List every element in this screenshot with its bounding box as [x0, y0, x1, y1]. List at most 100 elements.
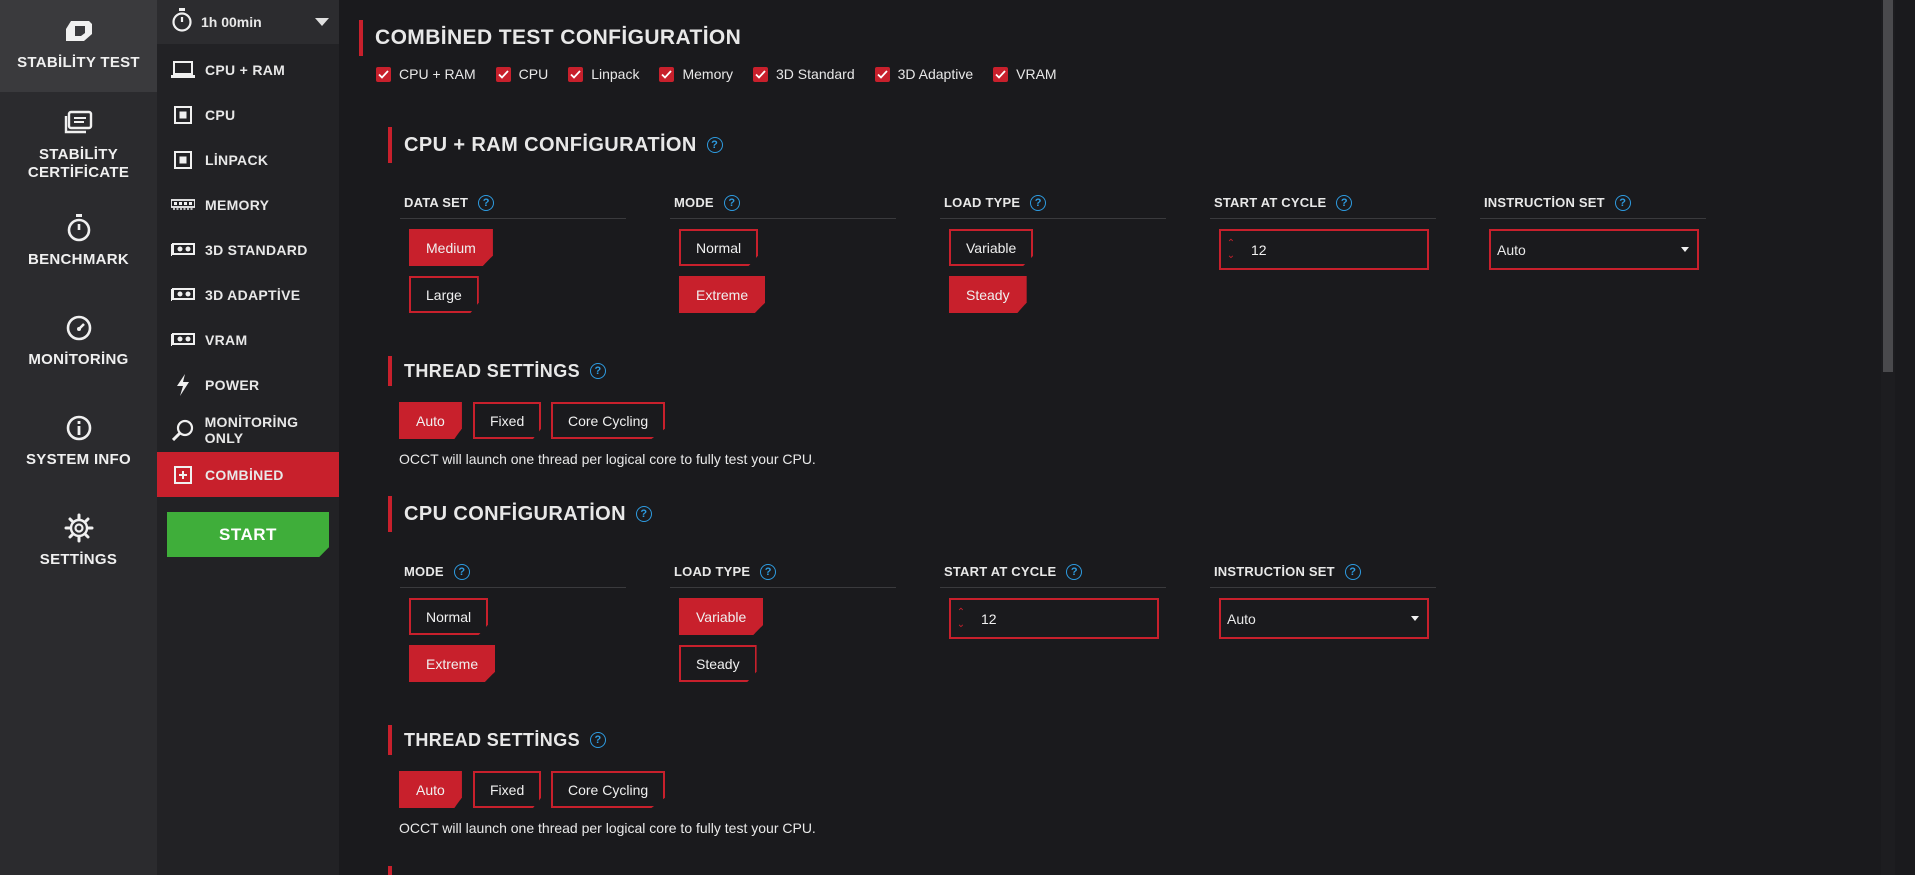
thread-option-fixed[interactable]: Fixed	[473, 771, 542, 808]
help-icon[interactable]: ?	[1344, 563, 1361, 580]
option-large[interactable]: Large	[409, 276, 479, 313]
section-title: CPU + RAM CONFİGURATİON?	[388, 127, 723, 163]
checkbox-vram[interactable]: VRAM	[993, 66, 1057, 82]
cpu-config-section: CPU CONFİGURATİON?	[388, 496, 652, 532]
submenu-item-cpu[interactable]: CPU	[157, 92, 339, 137]
start-cycle-stepper[interactable]: ⌃ ⌄	[1219, 229, 1429, 270]
scrollbar-thumb[interactable]	[1883, 0, 1893, 372]
submenu-label: 3D STANDARD	[205, 241, 308, 258]
option-extreme[interactable]: Extreme	[409, 645, 496, 682]
instruction-set-select[interactable]: Auto	[1489, 229, 1699, 270]
checkbox-3d-standard[interactable]: 3D Standard	[753, 66, 855, 82]
help-icon[interactable]: ?	[1030, 194, 1047, 211]
scrollbar[interactable]	[1881, 0, 1895, 875]
thread-option-fixed[interactable]: Fixed	[473, 402, 542, 439]
occt-app: STABİLİTY TEST STABİLİTY CERTİFİCATE BEN…	[0, 0, 1915, 875]
checkbox-linpack[interactable]: Linpack	[568, 66, 639, 82]
caret-down-icon	[1411, 616, 1419, 621]
help-icon[interactable]: ?	[453, 563, 470, 580]
thread-option-auto[interactable]: Auto	[399, 771, 462, 808]
main-content: COMBİNED TEST CONFİGURATİON CPU + RAM CP…	[339, 0, 1895, 875]
cpu-cycle-column: START AT CYCLE?	[940, 556, 1166, 588]
help-icon[interactable]: ?	[590, 363, 607, 379]
stepper-arrows-icon[interactable]: ⌃ ⌄	[951, 600, 971, 637]
help-icon[interactable]: ?	[635, 506, 652, 522]
submenu-item-cpu-ram[interactable]: CPU + RAM	[157, 47, 339, 92]
column-header: DATA SET?	[400, 187, 626, 219]
gpu-icon	[171, 239, 195, 261]
checkbox-label: 3D Adaptive	[897, 66, 974, 82]
nav-monitoring[interactable]: MONİTORİNG	[0, 297, 157, 389]
checkbox-cpu[interactable]: CPU	[495, 66, 549, 82]
option-variable[interactable]: Variable	[679, 598, 764, 635]
submenu-item-monitoring-only[interactable]: MONİTORİNG ONLY	[157, 407, 339, 452]
section-title-text: THREAD SETTİNGS	[404, 729, 581, 750]
submenu-item-power[interactable]: POWER	[157, 362, 339, 407]
thread-option-auto[interactable]: Auto	[399, 402, 462, 439]
help-icon[interactable]: ?	[1614, 194, 1631, 211]
info-icon	[62, 411, 96, 445]
submenu-item-memory[interactable]: MEMORY	[157, 182, 339, 227]
option-variable[interactable]: Variable	[949, 229, 1034, 266]
checkbox-label: CPU + RAM	[399, 66, 476, 82]
submenu-item-vram[interactable]: VRAM	[157, 317, 339, 362]
help-icon[interactable]: ?	[590, 732, 607, 748]
duration-selector[interactable]: 1h 00min	[157, 0, 339, 44]
checkbox-cpu-ram[interactable]: CPU + RAM	[376, 66, 476, 82]
cpuram-instruction-column: INSTRUCTİON SET?	[1480, 187, 1706, 219]
option-steady[interactable]: Steady	[949, 276, 1027, 313]
help-icon[interactable]: ?	[723, 194, 740, 211]
submenu-label: POWER	[205, 376, 260, 393]
nav-benchmark[interactable]: BENCHMARK	[0, 197, 157, 289]
checkbox-label: CPU	[518, 66, 549, 82]
check-icon	[753, 66, 769, 82]
thread-description: OCCT will launch one thread per logical …	[399, 820, 816, 836]
checkbox-3d-adaptive[interactable]: 3D Adaptive	[874, 66, 974, 82]
gear-icon	[62, 511, 96, 545]
chevron-down-icon	[315, 18, 329, 26]
nav-settings[interactable]: SETTİNGS	[0, 497, 157, 589]
help-icon[interactable]: ?	[1336, 194, 1353, 211]
column-header: START AT CYCLE?	[940, 556, 1166, 588]
option-steady[interactable]: Steady	[679, 645, 757, 682]
submenu-label: MEMORY	[205, 196, 270, 213]
stopwatch-icon	[171, 7, 193, 37]
checkbox-label: VRAM	[1016, 66, 1057, 82]
submenu-label: CPU + RAM	[205, 61, 286, 78]
cpu-instruction-column: INSTRUCTİON SET?	[1210, 556, 1436, 588]
nav-stability-certificate[interactable]: STABİLİTY CERTİFİCATE	[0, 92, 157, 192]
nav-stability-test[interactable]: STABİLİTY TEST	[0, 0, 157, 92]
start-cycle-stepper[interactable]: ⌃ ⌄	[949, 598, 1159, 639]
help-icon[interactable]: ?	[478, 194, 495, 211]
column-header-text: MODE	[674, 195, 714, 210]
section-title: THREAD SETTİNGS?	[388, 356, 607, 386]
gpu-icon	[171, 284, 195, 306]
instruction-set-select[interactable]: Auto	[1219, 598, 1429, 639]
checkbox-label: 3D Standard	[776, 66, 855, 82]
checkbox-memory[interactable]: Memory	[659, 66, 733, 82]
check-icon	[568, 66, 584, 82]
column-header-text: LOAD TYPE	[944, 195, 1021, 210]
help-icon[interactable]: ?	[1066, 563, 1083, 580]
nav-system-info[interactable]: SYSTEM INFO	[0, 397, 157, 489]
column-header: MODE?	[670, 187, 896, 219]
start-button[interactable]: START	[167, 512, 329, 557]
help-icon[interactable]: ?	[760, 563, 777, 580]
option-normal[interactable]: Normal	[679, 229, 759, 266]
option-normal[interactable]: Normal	[409, 598, 489, 635]
stepper-arrows-icon[interactable]: ⌃ ⌄	[1221, 231, 1241, 268]
option-extreme[interactable]: Extreme	[679, 276, 766, 313]
thread-option-core-cycling[interactable]: Core Cycling	[551, 402, 666, 439]
start-cycle-input[interactable]	[1251, 241, 1401, 258]
start-cycle-input[interactable]	[981, 610, 1131, 627]
submenu-item-linpack[interactable]: LİNPACK	[157, 137, 339, 182]
submenu-item-combined[interactable]: COMBİNED	[157, 452, 339, 497]
help-icon[interactable]: ?	[706, 137, 723, 153]
submenu-item-3d-adaptive[interactable]: 3D ADAPTİVE	[157, 272, 339, 317]
option-medium[interactable]: Medium	[409, 229, 493, 266]
submenu-item-3d-standard[interactable]: 3D STANDARD	[157, 227, 339, 272]
cpuram-cycle-column: START AT CYCLE?	[1210, 187, 1436, 219]
column-header: INSTRUCTİON SET?	[1210, 556, 1436, 588]
column-header: MODE?	[400, 556, 626, 588]
thread-option-core-cycling[interactable]: Core Cycling	[551, 771, 666, 808]
